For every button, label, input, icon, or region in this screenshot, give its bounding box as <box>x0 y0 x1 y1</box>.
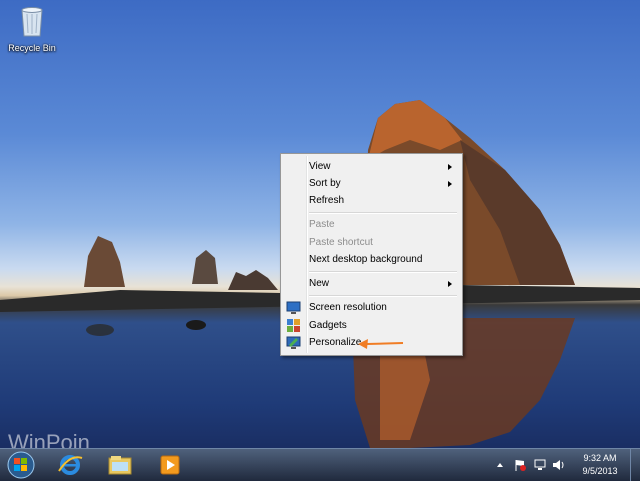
menu-item-label: Next desktop background <box>309 254 423 265</box>
menu-item-label: Screen resolution <box>309 302 387 313</box>
internet-explorer-icon[interactable] <box>56 452 84 478</box>
show-hidden-icons-chevron-icon[interactable] <box>496 461 504 469</box>
menu-item-view[interactable]: View <box>283 158 458 175</box>
menu-item-screen-resolution[interactable]: Screen resolution <box>283 299 458 316</box>
screen-resolution-icon <box>286 301 301 314</box>
menu-item-gadgets[interactable]: Gadgets <box>283 317 458 334</box>
volume-icon[interactable] <box>551 458 565 472</box>
menu-item-sort-by[interactable]: Sort by <box>283 175 458 192</box>
action-center-flag-icon[interactable] <box>513 458 527 472</box>
menu-item-refresh[interactable]: Refresh <box>283 192 458 209</box>
annotation-arrow-icon <box>358 339 404 349</box>
menu-separator <box>309 212 457 214</box>
menu-item-label: New <box>309 278 330 289</box>
menu-item-label: Personalize <box>309 337 362 348</box>
menu-item-next-desktop-background[interactable]: Next desktop background <box>283 251 458 268</box>
desktop-background[interactable]: Recycle Bin View Sort by Refresh Paste P… <box>0 0 640 448</box>
taskbar: 9:32 AM 9/5/2013 <box>0 448 640 481</box>
watermark-logo: WinPoin <box>8 430 90 448</box>
menu-item-label: Sort by <box>309 178 341 189</box>
network-icon[interactable] <box>533 458 547 472</box>
submenu-arrow-icon <box>448 281 452 287</box>
menu-item-paste[interactable]: Paste <box>283 216 458 233</box>
desktop-icon-recycle-bin[interactable]: Recycle Bin <box>6 6 58 53</box>
windows-explorer-icon[interactable] <box>106 452 134 478</box>
submenu-arrow-icon <box>448 164 452 170</box>
desktop-context-menu: View Sort by Refresh Paste Paste shortcu… <box>280 153 463 356</box>
menu-item-label: Gadgets <box>309 320 347 331</box>
submenu-arrow-icon <box>448 181 452 187</box>
recycle-bin-icon <box>21 7 43 37</box>
watermark-text: WinPoin <box>8 430 90 448</box>
menu-item-label: Refresh <box>309 195 345 206</box>
menu-item-paste-shortcut[interactable]: Paste shortcut <box>283 234 458 251</box>
personalize-icon <box>286 336 301 349</box>
desktop-icon-label: Recycle Bin <box>8 43 56 53</box>
start-button[interactable] <box>4 450 38 480</box>
menu-item-new[interactable]: New <box>283 275 458 292</box>
menu-separator <box>309 295 457 297</box>
menu-item-label: Paste shortcut <box>309 237 373 248</box>
menu-item-label: Paste <box>309 219 335 230</box>
menu-separator <box>309 271 457 273</box>
clock-time[interactable]: 9:32 AM <box>572 453 628 463</box>
clock-date[interactable]: 9/5/2013 <box>572 466 628 476</box>
show-desktop-button[interactable] <box>630 449 640 481</box>
menu-item-label: View <box>309 161 331 172</box>
gadgets-icon <box>287 319 300 332</box>
media-player-icon[interactable] <box>156 452 184 478</box>
